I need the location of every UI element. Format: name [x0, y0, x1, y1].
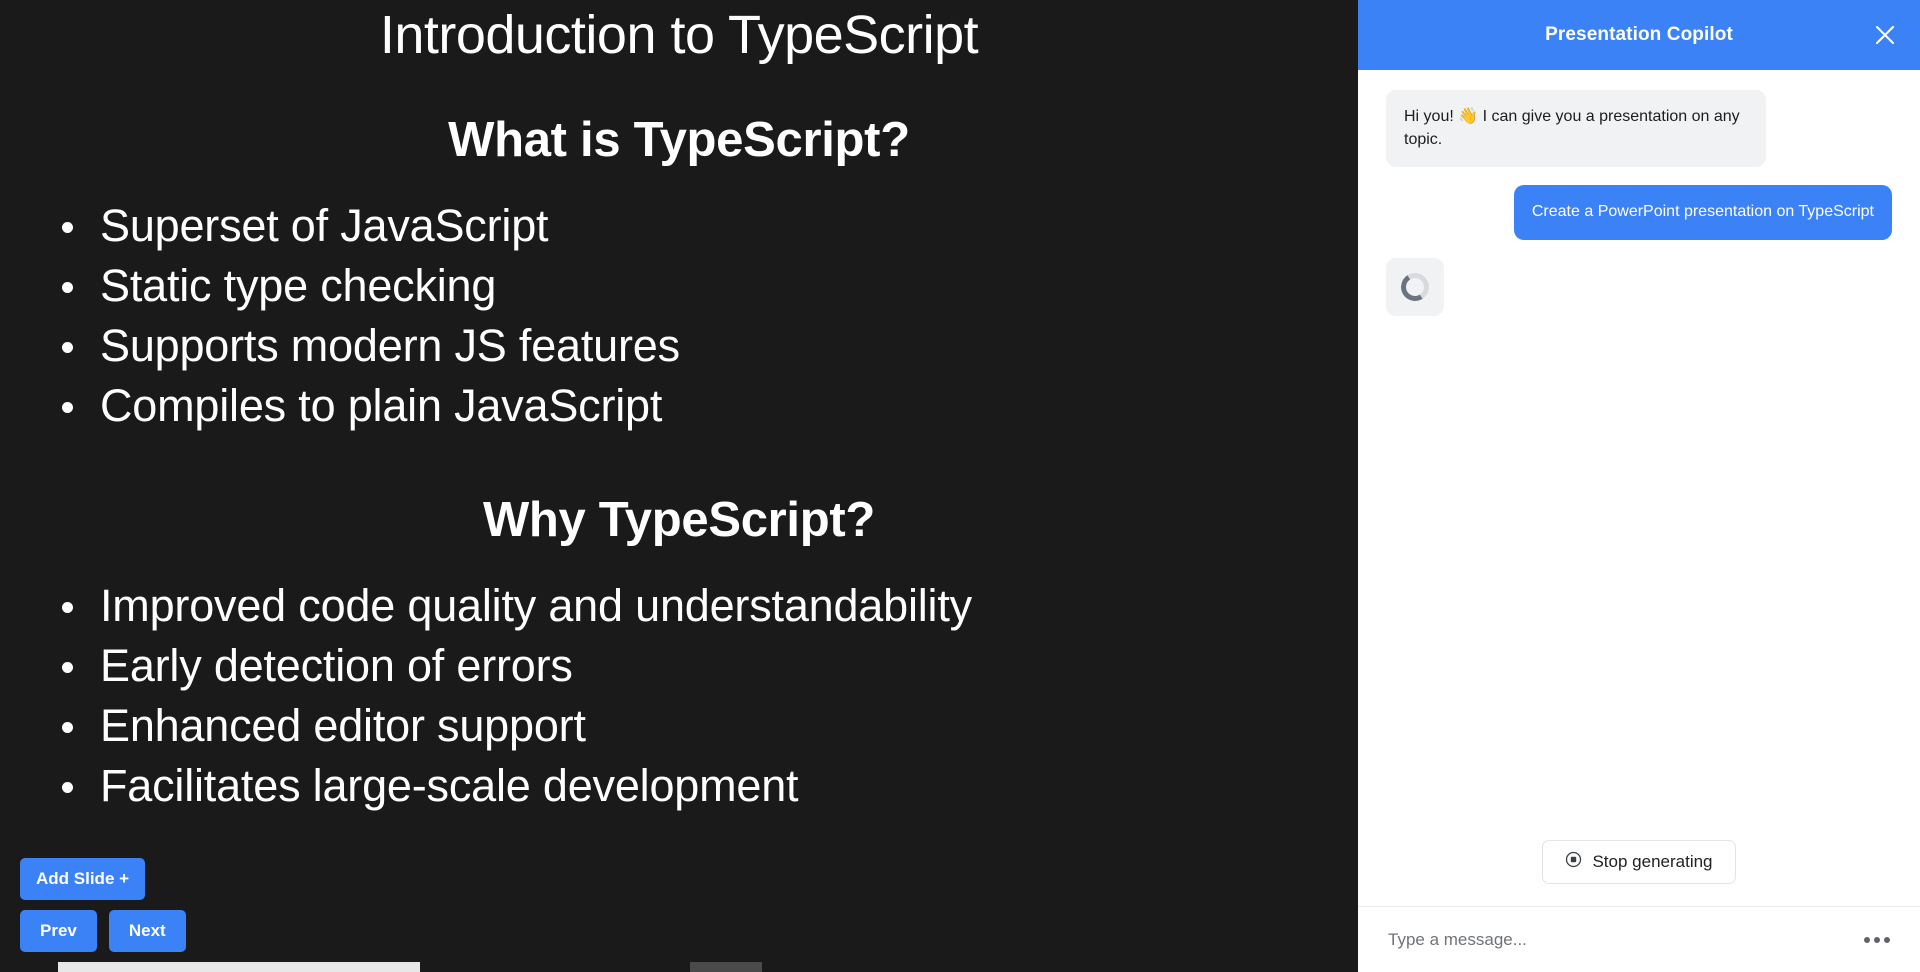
- message-input[interactable]: [1388, 929, 1858, 950]
- bullet-item: Improved code quality and understandabil…: [62, 576, 1340, 636]
- message-bubble: Create a PowerPoint presentation on Type…: [1513, 185, 1892, 241]
- kebab-menu-icon[interactable]: [1858, 927, 1896, 953]
- bullet-list: Superset of JavaScript Static type check…: [18, 196, 1340, 436]
- bullet-item: Supports modern JS features: [62, 316, 1340, 376]
- bullet-item: Facilitates large-scale development: [62, 756, 1340, 816]
- stop-generating-label: Stop generating: [1592, 852, 1713, 871]
- loading-spinner-icon: [1398, 270, 1432, 304]
- stop-generating-row: Stop generating: [1358, 840, 1920, 906]
- bullet-item: Enhanced editor support: [62, 696, 1340, 756]
- deck-controls: Add Slide + Prev Next: [20, 858, 186, 952]
- bullet-item: Compiles to plain JavaScript: [62, 376, 1340, 436]
- slide-nav-row: Prev Next: [20, 910, 186, 952]
- copilot-header: Presentation Copilot: [1358, 0, 1920, 70]
- stop-generating-button[interactable]: Stop generating: [1542, 840, 1736, 884]
- chat-message-loading: [1386, 258, 1892, 317]
- copilot-panel: Presentation Copilot Hi you! 👋 I can giv…: [1358, 0, 1920, 972]
- section-heading: What is TypeScript?: [448, 112, 910, 167]
- chat-message-list[interactable]: Hi you! 👋 I can give you a presentation …: [1358, 70, 1920, 840]
- message-input-bar: [1358, 906, 1920, 972]
- bullet-item: Static type checking: [62, 256, 1340, 316]
- horizontal-scrollbar[interactable]: [0, 958, 1358, 972]
- next-slide-button[interactable]: Next: [108, 910, 186, 952]
- bullet-list: Improved code quality and understandabil…: [18, 576, 1340, 816]
- slide-section-1: What is TypeScript? Superset of JavaScri…: [18, 112, 1340, 436]
- horizontal-scrollbar-mark: [690, 962, 762, 972]
- close-icon[interactable]: [1866, 16, 1904, 54]
- horizontal-scrollbar-thumb[interactable]: [58, 962, 420, 972]
- add-slide-button[interactable]: Add Slide +: [20, 858, 146, 900]
- bullet-item: Early detection of errors: [62, 636, 1340, 696]
- slide-canvas[interactable]: Introduction to TypeScript What is TypeS…: [0, 0, 1358, 958]
- prev-slide-button[interactable]: Prev: [20, 910, 97, 952]
- slide-editor-area: Introduction to TypeScript What is TypeS…: [0, 0, 1358, 972]
- chat-message-bot: Hi you! 👋 I can give you a presentation …: [1386, 90, 1892, 168]
- message-bubble: Hi you! 👋 I can give you a presentation …: [1386, 90, 1766, 168]
- stop-circle-icon: [1565, 851, 1582, 873]
- chat-message-user: Create a PowerPoint presentation on Type…: [1386, 185, 1892, 241]
- message-bubble: [1386, 258, 1444, 317]
- bullet-item: Superset of JavaScript: [62, 196, 1340, 256]
- slide-title: Introduction to TypeScript: [379, 5, 979, 65]
- section-heading: Why TypeScript?: [482, 492, 876, 547]
- slide-section-2: Why TypeScript? Improved code quality an…: [18, 492, 1340, 816]
- app-root: Introduction to TypeScript What is TypeS…: [0, 0, 1920, 972]
- copilot-title: Presentation Copilot: [1545, 24, 1733, 45]
